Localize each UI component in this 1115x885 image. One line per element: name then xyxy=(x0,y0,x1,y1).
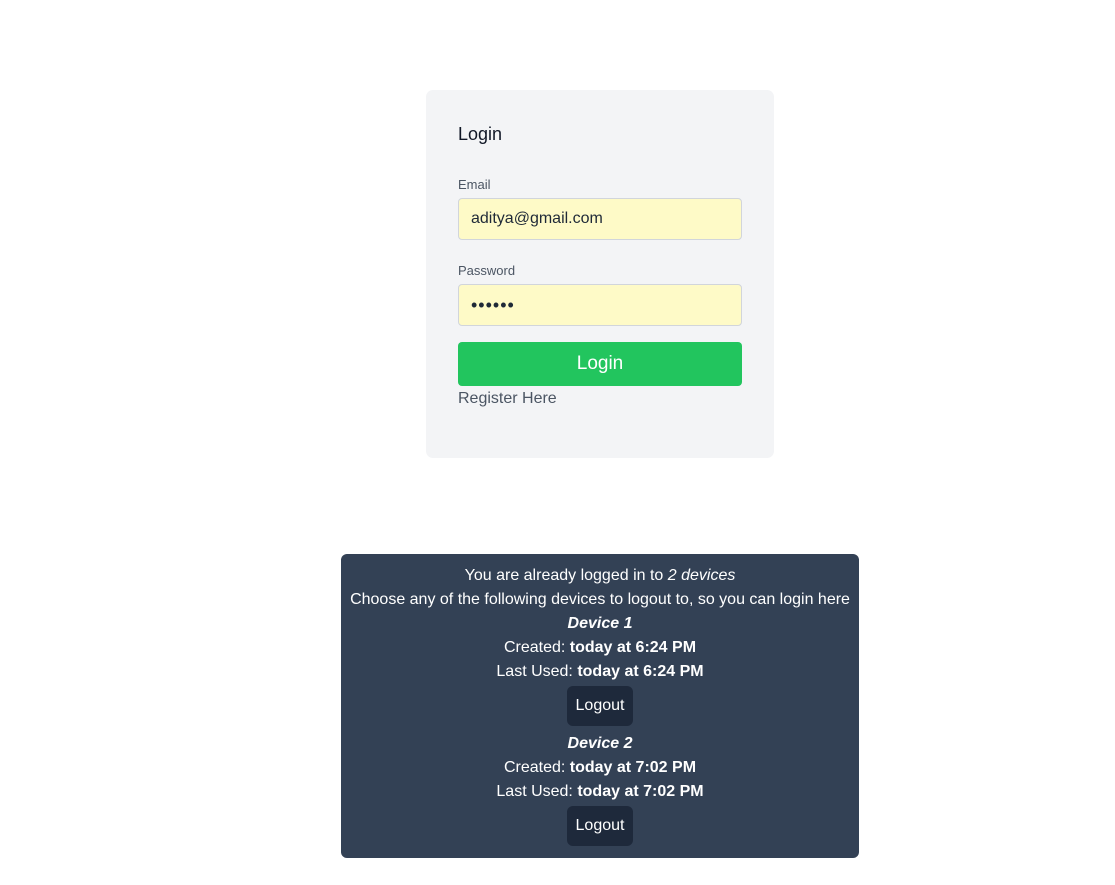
device-last-used: Last Used: today at 6:24 PM xyxy=(341,660,859,684)
logout-button-device-2[interactable]: Logout xyxy=(566,806,634,846)
device-created: Created: today at 6:24 PM xyxy=(341,636,859,660)
device-created: Created: today at 7:02 PM xyxy=(341,756,859,780)
last-used-label: Last Used: xyxy=(496,663,578,680)
login-card: Login Email Password Login Register Here xyxy=(426,90,774,458)
password-field[interactable] xyxy=(458,284,742,326)
logout-button-device-1[interactable]: Logout xyxy=(566,686,634,726)
email-field[interactable] xyxy=(458,198,742,240)
created-label: Created: xyxy=(503,759,570,776)
login-title: Login xyxy=(458,124,503,144)
device-name: Device 2 xyxy=(567,735,633,752)
register-link[interactable]: Register Here xyxy=(458,390,557,408)
created-value: today at 7:02 PM xyxy=(569,759,697,776)
created-value: today at 6:24 PM xyxy=(569,639,697,656)
devices-intro: You are already logged in to 2 devices xyxy=(341,564,859,588)
device-last-used: Last Used: today at 7:02 PM xyxy=(341,780,859,804)
device-entry-2: Device 2 Created: today at 7:02 PM Last … xyxy=(341,732,859,852)
created-label: Created: xyxy=(503,639,570,656)
device-count: 2 devices xyxy=(667,567,736,584)
last-used-label: Last Used: xyxy=(496,783,578,800)
page: Login Email Password Login Register Here… xyxy=(0,0,1115,885)
intro-prefix: You are already logged in to xyxy=(464,567,668,584)
devices-panel: You are already logged in to 2 devices C… xyxy=(341,554,859,858)
login-button[interactable]: Login xyxy=(458,342,742,386)
last-used-value: today at 7:02 PM xyxy=(577,783,704,800)
last-used-value: today at 6:24 PM xyxy=(577,663,704,680)
devices-instruction: Choose any of the following devices to l… xyxy=(350,591,850,608)
device-name: Device 1 xyxy=(567,615,633,632)
password-label: Password xyxy=(458,263,516,278)
device-entry-1: Device 1 Created: today at 6:24 PM Last … xyxy=(341,612,859,732)
email-label: Email xyxy=(458,177,491,192)
